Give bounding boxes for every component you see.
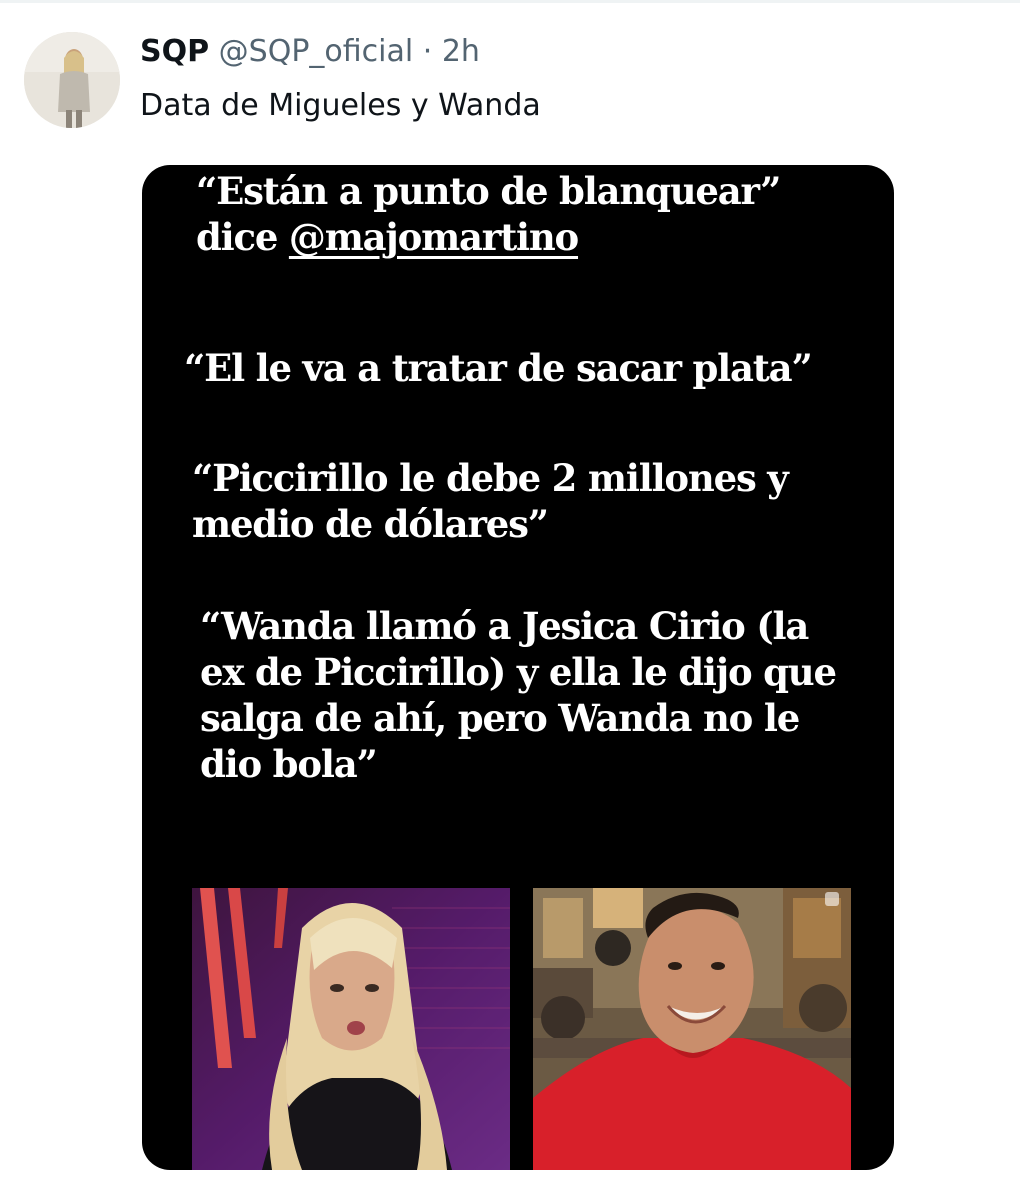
- header-separator: ·: [422, 34, 433, 69]
- quote-line: salga de ahí, pero Wanda no le: [200, 696, 800, 740]
- author-handle[interactable]: @SQP_oficial: [219, 34, 414, 69]
- quote-line: dio bola”: [200, 742, 378, 786]
- author-avatar[interactable]: [24, 32, 120, 128]
- tweet-header: SQP @SQP_oficial · 2h: [140, 30, 480, 74]
- top-divider: [0, 0, 1020, 3]
- quote-line: “Wanda llamó a Jesica Cirio (la: [200, 604, 809, 648]
- woman-blonde-photo-icon: [192, 888, 510, 1170]
- author-name[interactable]: SQP: [140, 34, 209, 69]
- profile-photo-icon: [24, 32, 120, 128]
- tweet-text: Data de Migueles y Wanda: [140, 88, 541, 123]
- tweet-time[interactable]: 2h: [442, 34, 480, 69]
- quote-sacar-plata: “El le va a tratar de sacar plata”: [184, 346, 813, 390]
- mention-majomartino[interactable]: @majomartino: [289, 215, 579, 259]
- quote-blanquear-line: “Están a punto de blanquear”: [196, 169, 781, 213]
- tweet-media-image[interactable]: “Están a punto de blanquear” dice @majom…: [142, 165, 894, 1170]
- quote-line: “Piccirillo le debe 2 millones y: [192, 456, 789, 500]
- quote-line: medio de dólares”: [192, 502, 549, 546]
- photo-woman-tv-studio: [192, 888, 510, 1170]
- quote-piccirillo-debe: “Piccirillo le debe 2 millones y medio d…: [192, 455, 789, 547]
- quote-blanquear: “Están a punto de blanquear” dice @majom…: [196, 168, 781, 260]
- smiling-man-photo-icon: [533, 888, 851, 1170]
- photo-man-red-shirt: [533, 888, 851, 1170]
- quote-dice-text: dice: [196, 215, 289, 259]
- quote-wanda-llamo: “Wanda llamó a Jesica Cirio (la ex de Pi…: [200, 603, 837, 787]
- quote-line: ex de Piccirillo) y ella le dijo que: [200, 650, 837, 694]
